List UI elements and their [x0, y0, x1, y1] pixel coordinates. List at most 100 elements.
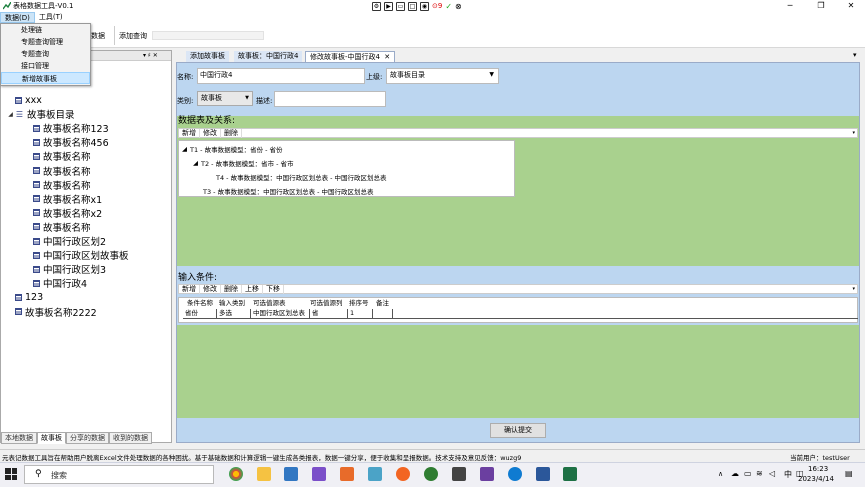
tab-edit-storyboard[interactable]: 修改故事板-中国行政4 ✕	[305, 51, 396, 62]
wifi-icon[interactable]: ≋	[756, 469, 763, 478]
edge-icon[interactable]	[508, 467, 522, 481]
maximize-icon[interactable]: ❐	[806, 0, 836, 12]
tree-item[interactable]: 123	[7, 290, 43, 304]
conditions-add-button[interactable]: 新增	[179, 284, 200, 294]
conditions-delete-button[interactable]: 删除	[221, 284, 242, 294]
app-icon-cyan[interactable]	[368, 467, 382, 481]
menu-item-new-storyboard[interactable]: 新增故事板	[1, 72, 90, 84]
relations-delete-button[interactable]: 删除	[221, 128, 242, 138]
relation-row[interactable]: T3 - 故事数据模型：中国行政区划总表 - 中国行政区划总表	[203, 186, 374, 196]
relations-edit-button[interactable]: 修改	[200, 128, 221, 138]
chrome-icon[interactable]	[229, 467, 243, 481]
submit-button[interactable]: 确认提交	[490, 423, 546, 438]
tree-item[interactable]: 故事板名称	[25, 220, 91, 234]
conditions-edit-button[interactable]: 修改	[200, 284, 221, 294]
screen-icon[interactable]: ▭	[396, 1, 405, 11]
windows-start-icon[interactable]	[5, 468, 17, 480]
terminal-icon[interactable]	[480, 467, 494, 481]
panel-controls[interactable]: ▾ ♯ ✕	[143, 51, 158, 61]
table-cell[interactable]	[373, 309, 393, 319]
conditions-move-down-button[interactable]: 下移	[263, 284, 284, 294]
column-header[interactable]: 可选值源列	[310, 298, 343, 308]
tab-overflow-icon[interactable]: ▾	[853, 51, 857, 59]
tree-item[interactable]: 故事板名称123	[25, 121, 109, 135]
conditions-move-up-button[interactable]: 上移	[242, 284, 263, 294]
menu-item-interface-manage[interactable]: 接口管理	[1, 60, 90, 72]
tree-item[interactable]: 故事板名称	[25, 178, 91, 192]
tree-item[interactable]: 中国行政区划2	[25, 234, 106, 248]
relation-row[interactable]: ◢ T1 - 故事数据模型：省份 - 省份	[182, 144, 283, 154]
tray-chevron-icon[interactable]: ∧	[718, 470, 723, 478]
display-icon[interactable]: ▭	[744, 469, 752, 478]
tree-item[interactable]: 中国行政区划故事板	[25, 248, 129, 262]
tab-shared-data[interactable]: 分享的数据	[66, 432, 109, 444]
name-input[interactable]: 中国行政4	[197, 68, 365, 84]
collapse-icon[interactable]: ◢	[182, 145, 187, 153]
menu-item-topic-query-manage[interactable]: 专题查询管理	[1, 36, 90, 48]
toolbar-overflow-icon[interactable]: ▾	[852, 130, 857, 136]
menu-data[interactable]: 数据(D)	[0, 12, 35, 23]
check-icon[interactable]: ✓	[445, 2, 452, 11]
tab-received-data[interactable]: 收到的数据	[109, 432, 152, 444]
tab-close-icon[interactable]: ✕	[384, 53, 390, 61]
tree-item[interactable]: 故事板名称2222	[7, 305, 97, 319]
relation-row[interactable]: ◢ T2 - 故事数据模型：省市 - 省市	[193, 158, 294, 168]
column-header[interactable]: 排序号	[349, 298, 369, 308]
column-header[interactable]: 备注	[376, 298, 389, 308]
ime-indicator[interactable]: 中	[784, 469, 792, 480]
volume-icon[interactable]: ◁	[769, 469, 775, 478]
cloud-icon[interactable]: ☁	[731, 469, 739, 478]
table-cell[interactable]: 中国行政区划总表	[251, 309, 310, 319]
minimize-icon[interactable]: ─	[775, 0, 805, 12]
close-circle-icon[interactable]: ⊗	[455, 2, 462, 11]
tab-add-storyboard[interactable]: 添加故事板	[186, 51, 229, 62]
tree-item[interactable]: 故事板名称x1	[25, 192, 102, 206]
excel-icon[interactable]	[563, 467, 577, 481]
video-icon[interactable]: ▶	[384, 1, 393, 11]
word-icon[interactable]	[536, 467, 550, 481]
add-query-button[interactable]: 添加查询	[119, 31, 147, 41]
collapse-icon[interactable]: ◢	[7, 111, 14, 118]
tree-item[interactable]: 故事板名称x2	[25, 206, 102, 220]
ribbon-partial-label[interactable]: 数据	[91, 31, 105, 41]
visual-studio-icon[interactable]	[312, 467, 326, 481]
folder-icon[interactable]	[257, 467, 271, 481]
camera-icon[interactable]: ◉	[420, 1, 429, 11]
menu-item-chain[interactable]: 处理链	[1, 24, 90, 36]
table-cell[interactable]: 多选	[217, 309, 251, 319]
app-icon-green[interactable]	[424, 467, 438, 481]
window-icon[interactable]: □	[408, 1, 417, 11]
tab-storyboard-view[interactable]: 故事板：中国行政4	[234, 51, 303, 62]
ribbon-input[interactable]	[152, 31, 264, 40]
tab-local-data[interactable]: 本地数据	[1, 432, 37, 444]
settings-icon[interactable]: ⚙	[372, 1, 381, 11]
record-indicator[interactable]: ⊙9	[432, 2, 442, 10]
tree-item[interactable]: 故事板名称	[25, 149, 91, 163]
app-icon-blue[interactable]	[284, 467, 298, 481]
parent-select[interactable]: 故事板目录 ▼	[386, 68, 499, 84]
notification-icon[interactable]: ▤	[845, 469, 853, 478]
menu-tools[interactable]: 工具(T)	[35, 12, 67, 23]
column-header[interactable]: 可选值源表	[253, 298, 286, 308]
tree-item[interactable]: 故事板名称	[25, 164, 91, 178]
column-header[interactable]: 输入类别	[219, 298, 245, 308]
column-header[interactable]: 条件名称	[187, 298, 213, 308]
menu-item-topic-query[interactable]: 专题查询	[1, 48, 90, 60]
relation-row[interactable]: T4 - 故事数据模型：中国行政区划总表 - 中国行政区划总表	[216, 172, 387, 182]
desc-input[interactable]	[274, 91, 386, 107]
app-icon-orange[interactable]	[340, 467, 354, 481]
table-cell[interactable]: 省份	[183, 309, 217, 319]
tab-storyboard[interactable]: 故事板	[37, 432, 66, 444]
active-app-icon[interactable]	[452, 467, 466, 481]
close-icon[interactable]: ✕	[836, 0, 865, 12]
tree-item[interactable]: 故事板名称456	[25, 135, 109, 149]
collapse-icon[interactable]: ◢	[193, 159, 198, 167]
tree-item[interactable]: ◢ ☰ 故事板目录	[7, 107, 74, 121]
tree-item[interactable]: 中国行政区划3	[25, 262, 106, 276]
toolbar-overflow-icon[interactable]: ▾	[852, 286, 857, 292]
table-cell[interactable]: 1	[348, 309, 373, 319]
taskbar-search[interactable]: ⚲ 搜索	[24, 465, 214, 484]
relations-add-button[interactable]: 新增	[179, 128, 200, 138]
category-select[interactable]: 故事板 ▼	[197, 91, 253, 106]
table-cell[interactable]: 省	[310, 309, 348, 319]
